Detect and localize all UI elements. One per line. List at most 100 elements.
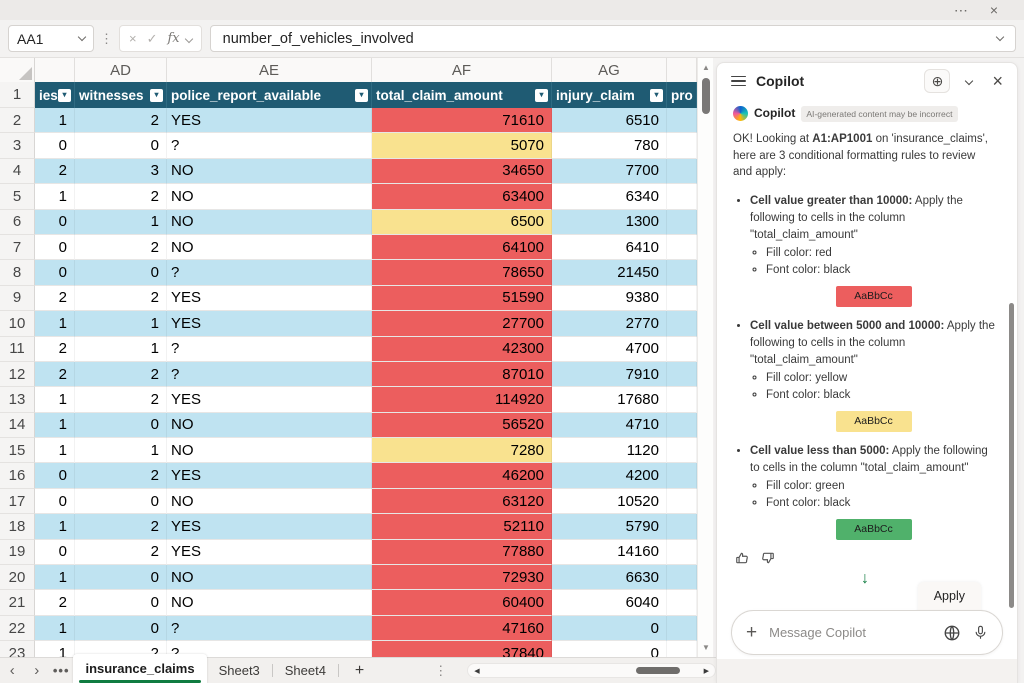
cell[interactable]: 2 xyxy=(35,362,75,387)
cell[interactable]: 1120 xyxy=(552,438,667,463)
cell[interactable]: 2 xyxy=(75,235,167,260)
cell[interactable]: YES xyxy=(167,463,372,488)
cell[interactable]: 2 xyxy=(75,463,167,488)
cell[interactable]: 63400 xyxy=(372,184,552,209)
row-header[interactable]: 14 xyxy=(0,413,35,438)
filter-icon[interactable]: ▾ xyxy=(535,89,548,102)
cell[interactable]: 46200 xyxy=(372,463,552,488)
cell[interactable]: 60400 xyxy=(372,590,552,615)
cell[interactable]: NO xyxy=(167,438,372,463)
cell[interactable]: 7700 xyxy=(552,159,667,184)
cell[interactable] xyxy=(667,387,697,412)
scroll-down-icon[interactable]: ▼ xyxy=(698,643,714,652)
row-header[interactable]: 7 xyxy=(0,235,35,260)
cell[interactable] xyxy=(667,489,697,514)
cell[interactable] xyxy=(667,260,697,285)
row-header[interactable]: 21 xyxy=(0,590,35,615)
cell[interactable] xyxy=(667,311,697,336)
horizontal-scroll-thumb[interactable] xyxy=(636,667,680,674)
cell[interactable] xyxy=(667,413,697,438)
cell[interactable]: 5070 xyxy=(372,133,552,158)
sheet-tab-sheet3[interactable]: Sheet3 xyxy=(207,658,272,683)
formula-bar[interactable]: number_of_vehicles_involved xyxy=(210,25,1016,52)
column-letter[interactable]: AF xyxy=(372,58,552,82)
cell[interactable] xyxy=(667,337,697,362)
cell[interactable]: 77880 xyxy=(372,540,552,565)
cell[interactable] xyxy=(667,362,697,387)
column-header-injury_claim[interactable]: injury_claim▾ xyxy=(552,82,667,108)
scroll-up-icon[interactable]: ▲ xyxy=(698,63,714,72)
cell[interactable]: 0 xyxy=(75,616,167,641)
row-header[interactable]: 1 xyxy=(0,82,35,108)
cell[interactable] xyxy=(667,235,697,260)
cell[interactable]: 14160 xyxy=(552,540,667,565)
cell[interactable]: 3 xyxy=(75,159,167,184)
cell[interactable] xyxy=(667,133,697,158)
window-close-icon[interactable]: × xyxy=(990,3,998,17)
copilot-input[interactable]: + Message Copilot xyxy=(731,610,1003,655)
cell[interactable]: 2 xyxy=(75,108,167,133)
cell[interactable]: NO xyxy=(167,590,372,615)
row-header[interactable]: 5 xyxy=(0,184,35,209)
cell[interactable]: 6410 xyxy=(552,235,667,260)
row-header[interactable]: 22 xyxy=(0,616,35,641)
cell[interactable]: 9380 xyxy=(552,286,667,311)
cell[interactable]: ? xyxy=(167,133,372,158)
cell[interactable]: NO xyxy=(167,565,372,590)
cell[interactable]: 42300 xyxy=(372,337,552,362)
cell[interactable]: NO xyxy=(167,489,372,514)
grid-vertical-scrollbar[interactable]: ▲ ▼ xyxy=(697,58,713,657)
column-letter[interactable]: AD xyxy=(75,58,167,82)
prev-sheet-icon[interactable]: ‹ xyxy=(0,662,24,679)
row-header[interactable]: 13 xyxy=(0,387,35,412)
cell[interactable] xyxy=(667,565,697,590)
cell[interactable]: 0 xyxy=(35,210,75,235)
cell[interactable]: NO xyxy=(167,159,372,184)
cell[interactable]: 2 xyxy=(75,540,167,565)
row-header[interactable]: 6 xyxy=(0,210,35,235)
menu-icon[interactable] xyxy=(731,76,746,87)
cell[interactable]: YES xyxy=(167,108,372,133)
row-header[interactable]: 4 xyxy=(0,159,35,184)
cell[interactable]: YES xyxy=(167,387,372,412)
row-header[interactable]: 16 xyxy=(0,463,35,488)
cell[interactable]: ? xyxy=(167,362,372,387)
column-header-police_report_available[interactable]: police_report_available▾ xyxy=(167,82,372,108)
row-header[interactable]: 3 xyxy=(0,133,35,158)
attach-icon[interactable]: + xyxy=(746,622,757,644)
cell[interactable]: 1 xyxy=(35,641,75,657)
cell[interactable]: 6040 xyxy=(552,590,667,615)
cell[interactable] xyxy=(667,108,697,133)
cell[interactable]: 1 xyxy=(75,438,167,463)
cell[interactable]: 52110 xyxy=(372,514,552,539)
cell[interactable] xyxy=(667,438,697,463)
chevron-down-icon[interactable] xyxy=(78,33,86,41)
select-all-corner[interactable] xyxy=(0,58,35,82)
cell[interactable]: 4700 xyxy=(552,337,667,362)
cell[interactable]: 0 xyxy=(75,489,167,514)
cell[interactable]: 17680 xyxy=(552,387,667,412)
cell[interactable]: 1 xyxy=(75,337,167,362)
cell[interactable]: YES xyxy=(167,540,372,565)
cell[interactable]: 6630 xyxy=(552,565,667,590)
all-sheets-icon[interactable]: ••• xyxy=(49,663,73,678)
row-header[interactable]: 10 xyxy=(0,311,35,336)
cell[interactable]: 72930 xyxy=(372,565,552,590)
cell[interactable]: 6510 xyxy=(552,108,667,133)
cancel-entry-icon[interactable]: × xyxy=(129,31,137,46)
cell[interactable]: YES xyxy=(167,286,372,311)
cell[interactable]: 7280 xyxy=(372,438,552,463)
cell[interactable]: 2 xyxy=(75,362,167,387)
cell[interactable]: 1 xyxy=(35,311,75,336)
cell[interactable]: 2 xyxy=(75,286,167,311)
cell[interactable]: 27700 xyxy=(372,311,552,336)
cell[interactable]: 2 xyxy=(35,590,75,615)
row-header[interactable]: 19 xyxy=(0,540,35,565)
cell[interactable]: YES xyxy=(167,514,372,539)
row-header[interactable]: 18 xyxy=(0,514,35,539)
cell[interactable]: 78650 xyxy=(372,260,552,285)
row-header[interactable]: 11 xyxy=(0,337,35,362)
sheet-tab-sheet4[interactable]: Sheet4 xyxy=(273,658,338,683)
column-header-ies[interactable]: ies▾ xyxy=(35,82,75,108)
cell[interactable]: 2 xyxy=(75,184,167,209)
